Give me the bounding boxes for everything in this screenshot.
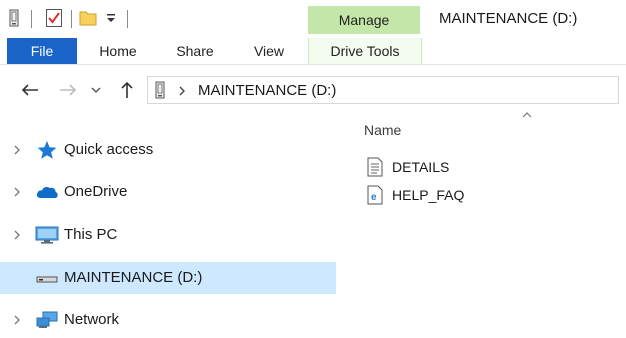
arrow-up-icon bbox=[121, 81, 133, 98]
nav-item-label: Network bbox=[64, 311, 120, 328]
tab-view[interactable]: View bbox=[248, 38, 290, 64]
separator bbox=[31, 10, 32, 28]
network-icon bbox=[36, 311, 58, 328]
drive-icon[interactable] bbox=[8, 8, 20, 28]
separator bbox=[127, 10, 128, 28]
tab-drive-tools[interactable]: Drive Tools bbox=[308, 38, 422, 64]
chevron-down-icon bbox=[91, 87, 101, 93]
tab-home[interactable]: Home bbox=[93, 38, 143, 64]
tab-share[interactable]: Share bbox=[170, 38, 220, 64]
cloud-icon bbox=[36, 186, 58, 198]
drive-icon bbox=[155, 81, 165, 99]
chevron-right-icon[interactable] bbox=[11, 314, 23, 326]
chevron-right-icon bbox=[179, 86, 185, 96]
back-button[interactable] bbox=[18, 78, 42, 102]
tab-label: View bbox=[253, 43, 285, 59]
svg-text:e: e bbox=[371, 192, 377, 203]
separator bbox=[71, 10, 72, 28]
nav-item-quick-access[interactable]: Quick access bbox=[0, 134, 336, 166]
nav-item-onedrive[interactable]: OneDrive bbox=[0, 176, 336, 208]
monitor-icon bbox=[35, 226, 59, 244]
address-path[interactable]: MAINTENANCE (D:) bbox=[198, 82, 336, 99]
nav-item-label: OneDrive bbox=[64, 183, 128, 200]
tab-manage-label: Manage bbox=[338, 12, 390, 28]
chevron-right-icon[interactable] bbox=[11, 186, 23, 198]
file-row-details[interactable]: DETAILS bbox=[364, 155, 564, 181]
tab-label: Drive Tools bbox=[330, 43, 400, 59]
recent-locations-button[interactable] bbox=[88, 78, 104, 102]
column-header-name[interactable]: Name bbox=[364, 122, 401, 138]
nav-item-label: Quick access bbox=[64, 141, 154, 158]
ribbon-divider bbox=[0, 64, 626, 65]
tab-manage[interactable]: Manage bbox=[308, 6, 420, 34]
title-bar: Manage MAINTENANCE (D:) bbox=[0, 0, 626, 38]
nav-item-network[interactable]: Network bbox=[0, 304, 336, 336]
file-row-help-faq[interactable]: e HELP_FAQ bbox=[364, 183, 564, 209]
address-bar[interactable]: MAINTENANCE (D:) bbox=[147, 76, 619, 104]
tab-label: Home bbox=[99, 43, 137, 59]
nav-item-this-pc[interactable]: This PC bbox=[0, 219, 336, 251]
forward-button[interactable] bbox=[56, 78, 80, 102]
properties-icon[interactable] bbox=[44, 8, 64, 28]
arrow-right-icon bbox=[60, 84, 77, 96]
arrow-left-icon bbox=[21, 84, 38, 96]
nav-item-label: MAINTENANCE (D:) bbox=[64, 269, 203, 286]
tab-file[interactable]: File bbox=[7, 38, 77, 64]
chevron-right-icon[interactable] bbox=[11, 144, 23, 156]
star-icon bbox=[37, 141, 57, 159]
window-title: MAINTENANCE (D:) bbox=[439, 10, 578, 27]
file-name: DETAILS bbox=[392, 159, 450, 175]
new-folder-icon[interactable] bbox=[78, 8, 98, 28]
html-file-icon: e bbox=[367, 185, 383, 205]
tab-label: File bbox=[30, 43, 54, 59]
address-row: MAINTENANCE (D:) bbox=[0, 72, 626, 108]
customize-toolbar-icon[interactable] bbox=[104, 8, 118, 28]
tab-label: Share bbox=[176, 43, 214, 59]
text-file-icon bbox=[367, 157, 383, 177]
ribbon-tabs: File Home Share View Drive Tools bbox=[0, 38, 626, 65]
drive-icon bbox=[36, 276, 58, 283]
sort-ascending-icon bbox=[522, 112, 532, 118]
chevron-right-icon[interactable] bbox=[11, 229, 23, 241]
file-name: HELP_FAQ bbox=[392, 187, 465, 203]
nav-item-maintenance-drive[interactable]: MAINTENANCE (D:) bbox=[0, 262, 336, 294]
up-button[interactable] bbox=[115, 78, 139, 102]
nav-item-label: This PC bbox=[64, 226, 118, 243]
